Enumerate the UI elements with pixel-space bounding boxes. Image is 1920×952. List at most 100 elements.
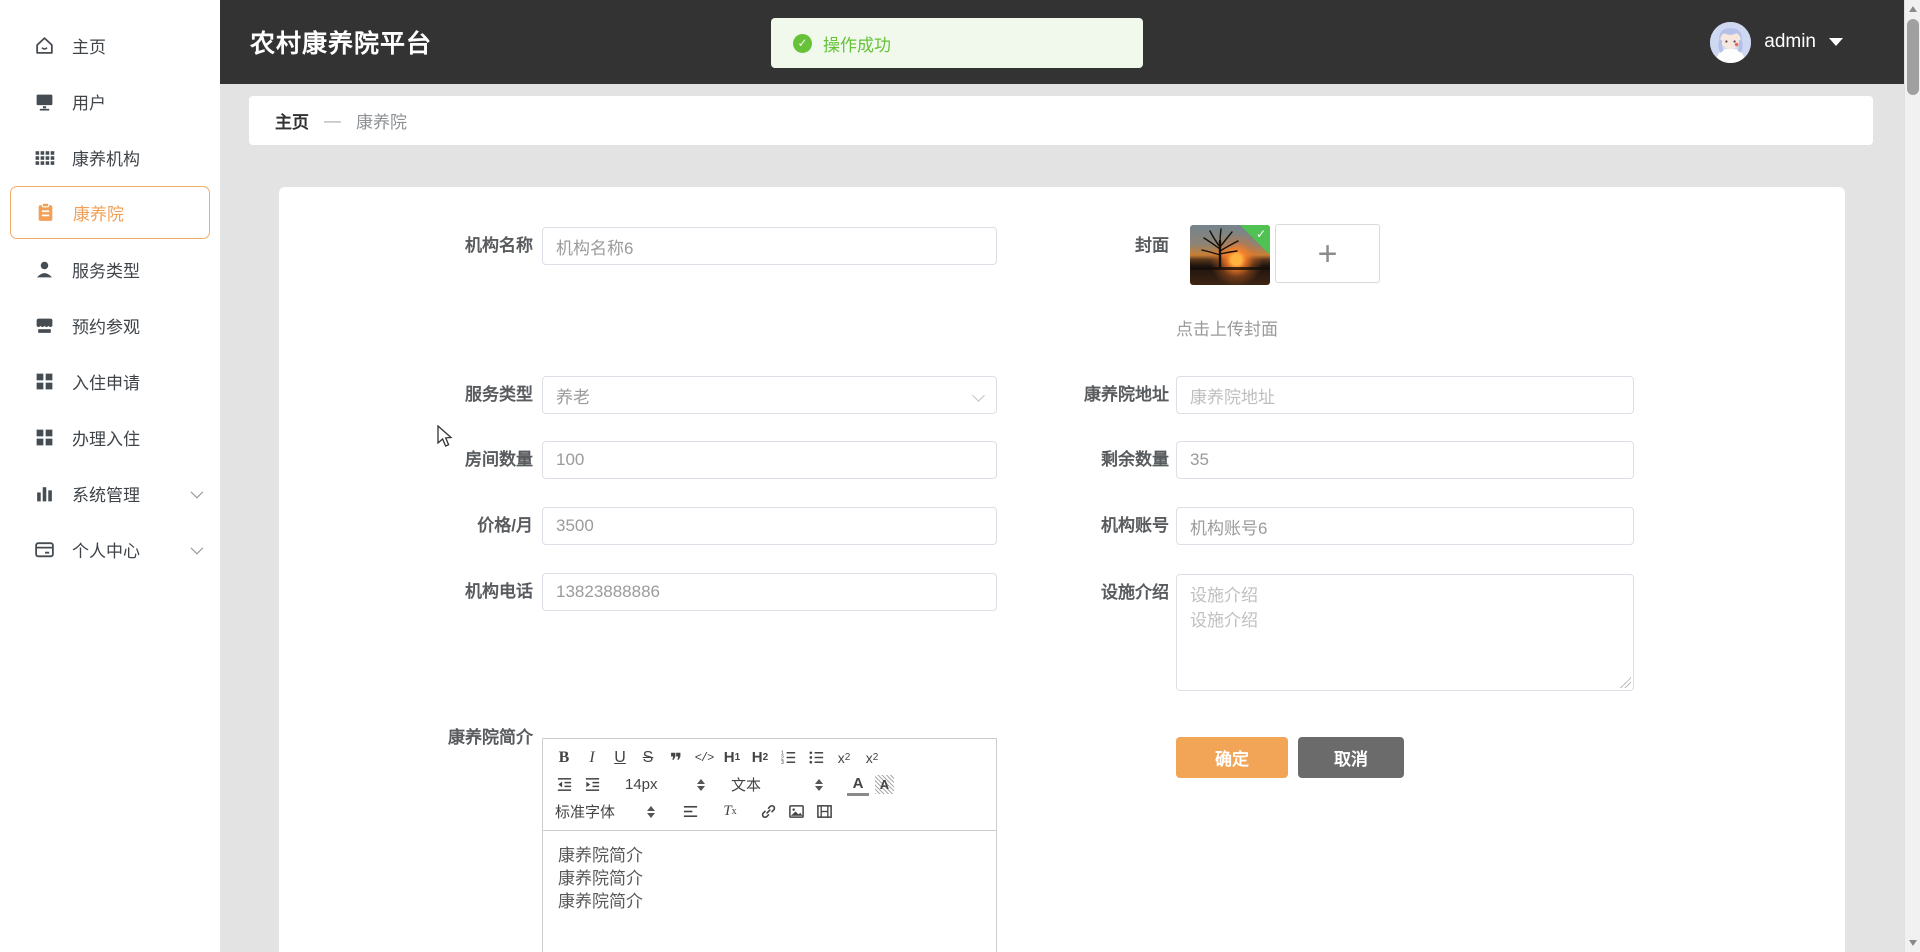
toast-message: 操作成功	[823, 35, 891, 55]
blockquote-button[interactable]: ❞	[665, 747, 687, 772]
username: admin	[1764, 31, 1816, 52]
phone-label: 机构电话	[465, 582, 533, 601]
facilities-textarea[interactable]: 设施介绍 设施介绍	[1176, 574, 1634, 691]
strikethrough-button[interactable]: S	[637, 747, 659, 769]
sidebar-item-label: 主页	[72, 37, 106, 57]
sidebar-item-label: 康养院	[73, 205, 124, 224]
sidebar-item-label: 个人中心	[72, 541, 140, 561]
address-label: 康养院地址	[1084, 385, 1169, 404]
success-toast: ✓ 操作成功	[771, 18, 1143, 68]
intro-rich-editor: B I U S ❞ </> H1 H2 123 x2 x2 14px 文本 A …	[542, 738, 997, 952]
bullet-list-button[interactable]	[805, 747, 827, 769]
confirm-button[interactable]: 确定	[1176, 737, 1288, 778]
account-value: 机构账号6	[1190, 518, 1268, 538]
image-button[interactable]	[785, 801, 807, 823]
align-button[interactable]	[679, 801, 701, 823]
cover-upload-button[interactable]: +	[1275, 224, 1380, 283]
background-color-button[interactable]: A	[875, 775, 894, 794]
outdent-button[interactable]	[553, 774, 575, 796]
font-size-select[interactable]: 14px	[623, 776, 707, 793]
form-card: 机构名称 机构名称6 封面 ✓ + 点击上传封面 服务类型 养老 康养院地址 康…	[279, 187, 1845, 952]
address-placeholder: 康养院地址	[1190, 387, 1275, 407]
sidebar-item-label: 系统管理	[72, 485, 140, 505]
remaining-input[interactable]: 35	[1176, 441, 1634, 479]
card-icon	[34, 539, 55, 560]
squares-icon	[34, 371, 55, 392]
scrollbar-thumb[interactable]	[1907, 19, 1919, 95]
facilities-placeholder-line: 设施介绍	[1190, 611, 1258, 630]
sidebar-item-institutions[interactable]: 康养机构	[0, 129, 220, 185]
editor-toolbar: B I U S ❞ </> H1 H2 123 x2 x2 14px 文本 A …	[542, 738, 997, 831]
grid-icon	[34, 147, 55, 168]
editor-content[interactable]: 康养院简介 康养院简介 康养院简介	[542, 831, 997, 952]
service-type-label: 服务类型	[465, 385, 533, 404]
video-button[interactable]	[813, 801, 835, 823]
underline-button[interactable]: U	[609, 747, 631, 769]
text-style-select[interactable]: 文本	[729, 774, 825, 795]
header2-button[interactable]: H2	[749, 747, 771, 769]
chevron-down-icon	[190, 485, 204, 498]
account-label: 机构账号	[1101, 516, 1169, 535]
rooms-label: 房间数量	[465, 450, 533, 469]
intro-label: 康养院简介	[448, 728, 533, 747]
clean-format-button[interactable]: Tx	[719, 801, 741, 823]
bar-chart-icon	[34, 483, 55, 504]
account-input[interactable]: 机构账号6	[1176, 507, 1634, 545]
sidebar-item-checkin-handle[interactable]: 办理入住	[0, 409, 220, 465]
sidebar-item-visits[interactable]: 预约参观	[0, 297, 220, 353]
sidebar-item-nursing-home[interactable]: 康养院	[10, 186, 210, 239]
sidebar-item-label: 入住申请	[72, 373, 140, 393]
sidebar-item-label: 办理入住	[72, 429, 140, 449]
scroll-down-arrow-icon[interactable]	[1909, 940, 1917, 946]
scroll-up-arrow-icon[interactable]	[1909, 6, 1917, 12]
sidebar-item-label: 康养机构	[72, 149, 140, 169]
header1-button[interactable]: H1	[721, 747, 743, 769]
service-type-value: 养老	[556, 387, 590, 407]
plus-icon: +	[1317, 234, 1338, 273]
sidebar-item-label: 用户	[72, 93, 106, 113]
org-name-value: 机构名称6	[556, 238, 634, 258]
breadcrumb-current: 康养院	[356, 113, 407, 132]
avatar	[1710, 21, 1752, 63]
price-label: 价格/月	[477, 516, 533, 535]
sidebar-item-profile[interactable]: 个人中心	[0, 521, 220, 577]
superscript-button[interactable]: x2	[861, 747, 883, 769]
text-style-value: 文本	[731, 777, 762, 794]
sidebar-item-service-types[interactable]: 服务类型	[0, 241, 220, 297]
sidebar-item-home[interactable]: 主页	[0, 17, 220, 73]
sidebar-item-users[interactable]: 用户	[0, 73, 220, 129]
editor-line: 康养院简介	[558, 892, 643, 911]
visit-icon	[34, 315, 55, 336]
resize-handle[interactable]	[1620, 677, 1631, 688]
success-check-icon: ✓	[793, 33, 812, 53]
cancel-button[interactable]: 取消	[1298, 737, 1404, 778]
remaining-value: 35	[1190, 450, 1209, 469]
editor-line: 康养院简介	[558, 846, 643, 865]
sidebar-item-label: 预约参观	[72, 317, 140, 337]
vertical-scrollbar[interactable]	[1904, 0, 1920, 952]
text-color-button[interactable]: A	[847, 774, 869, 796]
font-family-select[interactable]: 标准字体	[553, 801, 657, 822]
sidebar-item-label: 服务类型	[72, 261, 140, 281]
phone-value: 13823888886	[556, 582, 661, 601]
subscript-button[interactable]: x2	[833, 747, 855, 769]
org-name-label: 机构名称	[465, 236, 533, 255]
bold-button[interactable]: B	[553, 747, 575, 769]
cover-image[interactable]: ✓	[1190, 225, 1270, 285]
sidebar-item-checkin-apply[interactable]: 入住申请	[0, 353, 220, 409]
breadcrumb-home[interactable]: 主页	[275, 108, 309, 133]
facilities-label: 设施介绍	[1101, 583, 1169, 602]
ordered-list-button[interactable]: 123	[777, 747, 799, 769]
code-block-button[interactable]: </>	[693, 747, 715, 769]
sidebar: 主页 用户 康养机构 康养院 服务类型 预约参观 入住申请 办理入住 系统管理 …	[0, 0, 220, 952]
font-size-value: 14px	[625, 776, 658, 793]
address-input[interactable]: 康养院地址	[1176, 376, 1634, 414]
home-icon	[34, 35, 55, 56]
check-icon: ✓	[1255, 227, 1266, 241]
monitor-icon	[34, 91, 55, 112]
indent-button[interactable]	[581, 774, 603, 796]
user-menu[interactable]: admin	[1710, 0, 1843, 84]
sidebar-item-system[interactable]: 系统管理	[0, 465, 220, 521]
italic-button[interactable]: I	[581, 747, 603, 769]
link-button[interactable]	[757, 801, 779, 823]
